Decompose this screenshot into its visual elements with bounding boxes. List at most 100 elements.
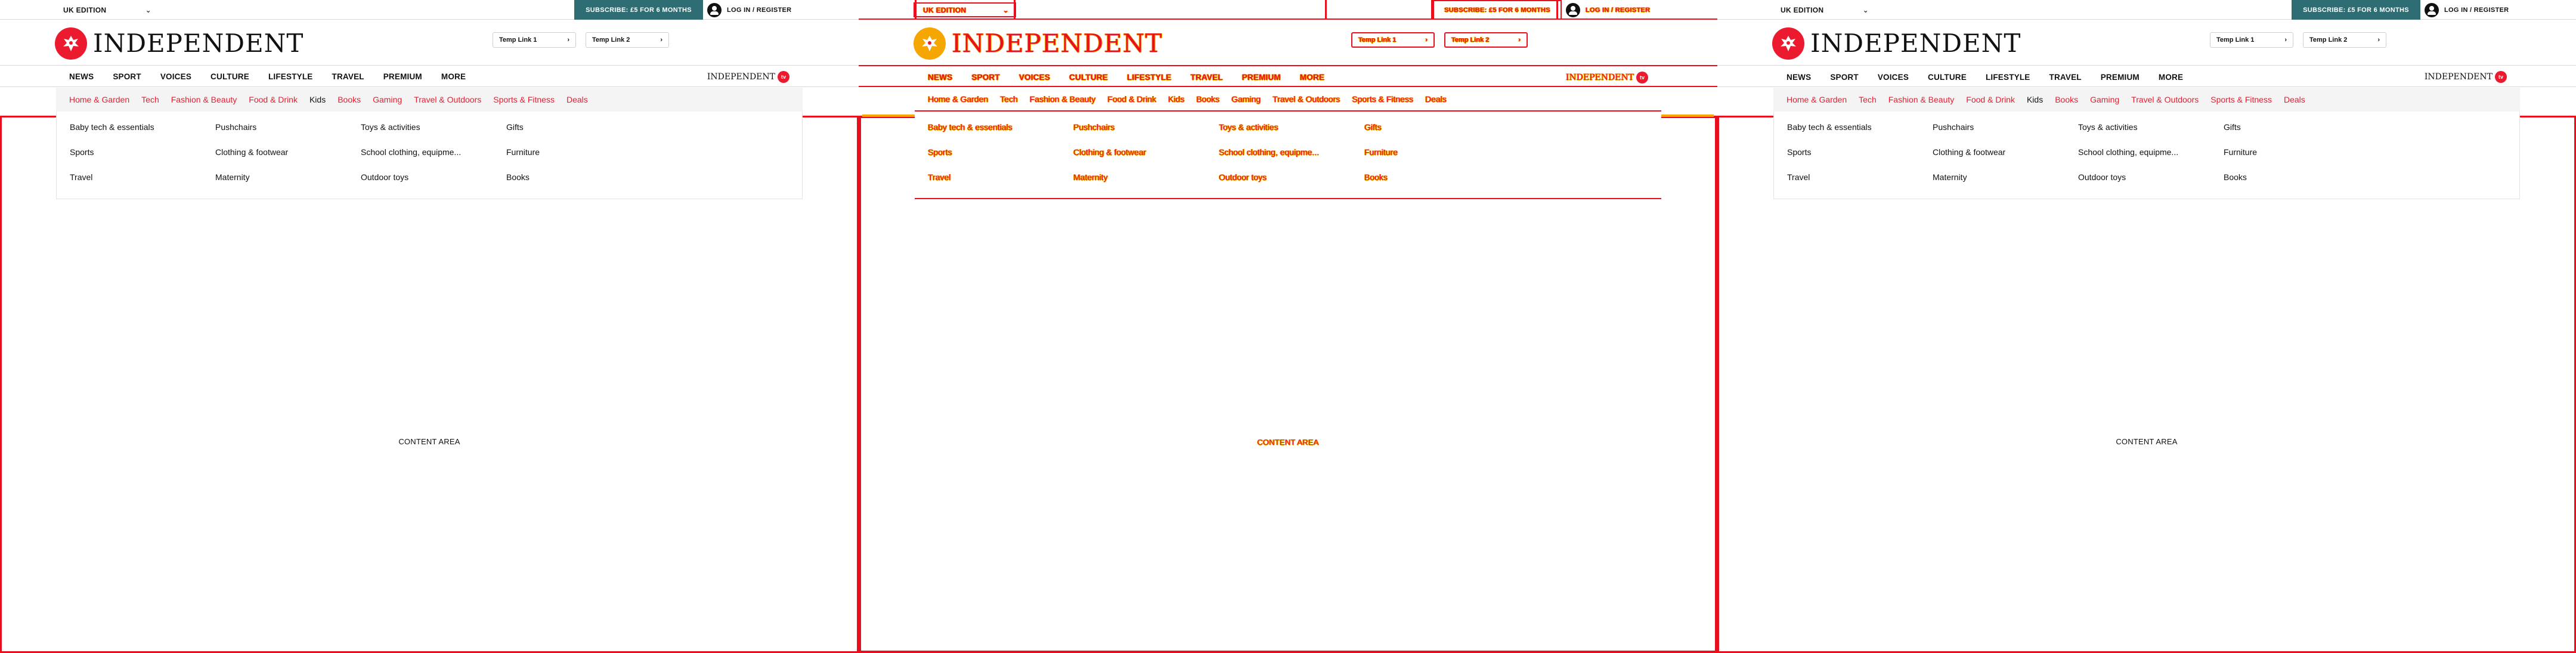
login-register-link[interactable]: LOG IN / REGISTER — [2425, 0, 2520, 20]
subnav-item[interactable]: Fashion & Beauty — [171, 95, 237, 104]
dropdown-link[interactable]: Maternity — [1933, 170, 2078, 195]
subnav-item[interactable]: Kids — [1168, 94, 1184, 104]
nav-item[interactable]: CULTURE — [210, 72, 249, 81]
nav-item[interactable]: MORE — [441, 72, 466, 81]
subnav-item[interactable]: Deals — [1425, 94, 1447, 104]
subnav-item[interactable]: Food & Drink — [249, 95, 298, 104]
dropdown-link[interactable]: Sports — [1787, 145, 1933, 170]
nav-item[interactable]: VOICES — [1019, 73, 1050, 82]
dropdown-link[interactable]: School clothing, equipme... — [361, 145, 506, 170]
subnav-item[interactable]: Travel & Outdoors — [2131, 95, 2199, 104]
nav-item[interactable]: LIFESTYLE — [268, 72, 313, 81]
subnav-item[interactable]: Tech — [1859, 95, 1877, 104]
dropdown-link[interactable]: Maternity — [1073, 170, 1219, 195]
subnav-item[interactable]: Deals — [2284, 95, 2305, 104]
subnav-item[interactable]: Gaming — [373, 95, 402, 104]
dropdown-link[interactable]: Gifts — [1364, 120, 1510, 145]
edition-selector[interactable]: UK EDITION ⌄ — [55, 2, 157, 17]
edition-selector[interactable]: UK EDITION ⌄ — [914, 2, 1016, 17]
subnav-item[interactable]: Fashion & Beauty — [1888, 95, 1955, 104]
nav-item[interactable]: TRAVEL — [2049, 73, 2082, 82]
dropdown-link[interactable]: Books — [506, 170, 652, 195]
dropdown-link[interactable]: Toys & activities — [1219, 120, 1364, 145]
dropdown-link[interactable]: Gifts — [506, 120, 652, 145]
dropdown-link[interactable]: Toys & activities — [2078, 120, 2224, 145]
dropdown-link[interactable]: Furniture — [1364, 145, 1510, 170]
edition-selector[interactable]: UK EDITION ⌄ — [1772, 2, 1875, 17]
nav-item[interactable]: SPORT — [1830, 73, 1859, 82]
subscribe-button[interactable]: SUBSCRIBE: £5 FOR 6 MONTHS — [2292, 0, 2420, 20]
dropdown-link[interactable]: Gifts — [2224, 120, 2369, 145]
independent-tv-logo[interactable]: INDEPENDENT tv — [1566, 72, 1648, 83]
independent-logo[interactable]: INDEPENDENT — [1772, 27, 2021, 60]
dropdown-link[interactable]: Outdoor toys — [361, 170, 506, 195]
nav-item[interactable]: PREMIUM — [1242, 73, 1281, 82]
subscribe-button[interactable]: SUBSCRIBE: £5 FOR 6 MONTHS — [574, 0, 703, 20]
subnav-item[interactable]: Gaming — [1231, 94, 1261, 104]
subnav-item[interactable]: Books — [338, 95, 361, 104]
temp-link-1[interactable]: Temp Link 1 › — [2210, 32, 2293, 48]
subnav-item[interactable]: Home & Garden — [1787, 95, 1847, 104]
dropdown-link[interactable]: School clothing, equipme... — [1219, 145, 1364, 170]
nav-item[interactable]: VOICES — [160, 72, 191, 81]
dropdown-link[interactable]: Clothing & footwear — [1073, 145, 1219, 170]
nav-item[interactable]: NEWS — [928, 73, 952, 82]
nav-item[interactable]: TRAVEL — [1191, 73, 1223, 82]
subnav-item[interactable]: Books — [2055, 95, 2078, 104]
nav-item[interactable]: NEWS — [1787, 73, 1811, 82]
dropdown-link[interactable]: Travel — [1787, 170, 1933, 195]
independent-tv-logo[interactable]: INDEPENDENT tv — [2425, 71, 2507, 83]
nav-item[interactable]: LIFESTYLE — [1127, 73, 1172, 82]
dropdown-link[interactable]: Toys & activities — [361, 120, 506, 145]
temp-link-1[interactable]: Temp Link 1 › — [1351, 32, 1435, 48]
dropdown-link[interactable]: Sports — [928, 145, 1073, 170]
dropdown-link[interactable]: Baby tech & essentials — [1787, 120, 1933, 145]
temp-link-2[interactable]: Temp Link 2 › — [2303, 32, 2386, 48]
dropdown-link[interactable]: Pushchairs — [1073, 120, 1219, 145]
dropdown-link[interactable]: Baby tech & essentials — [70, 120, 215, 145]
subnav-item[interactable]: Food & Drink — [1966, 95, 2015, 104]
subnav-item[interactable]: Fashion & Beauty — [1030, 94, 1096, 104]
subnav-item[interactable]: Deals — [566, 95, 588, 104]
subnav-item[interactable]: Tech — [141, 95, 159, 104]
independent-logo[interactable]: INDEPENDENT — [914, 27, 1162, 60]
subscribe-button[interactable]: SUBSCRIBE: £5 FOR 6 MONTHS — [1433, 0, 1562, 20]
dropdown-link[interactable]: School clothing, equipme... — [2078, 145, 2224, 170]
nav-item[interactable]: MORE — [2159, 73, 2183, 82]
nav-item[interactable]: VOICES — [1878, 73, 1909, 82]
dropdown-link[interactable]: Pushchairs — [1933, 120, 2078, 145]
nav-item[interactable]: CULTURE — [1069, 73, 1108, 82]
nav-item[interactable]: TRAVEL — [332, 72, 364, 81]
dropdown-link[interactable]: Books — [2224, 170, 2369, 195]
subnav-item[interactable]: Home & Garden — [928, 94, 988, 104]
independent-logo[interactable]: INDEPENDENT — [55, 27, 304, 60]
dropdown-link[interactable]: Maternity — [215, 170, 361, 195]
nav-item[interactable]: PREMIUM — [383, 72, 422, 81]
nav-item[interactable]: SPORT — [113, 72, 141, 81]
nav-item[interactable]: LIFESTYLE — [1986, 73, 2030, 82]
nav-item[interactable]: MORE — [1300, 73, 1324, 82]
independent-tv-logo[interactable]: INDEPENDENT tv — [707, 71, 789, 83]
nav-item[interactable]: CULTURE — [1928, 73, 1967, 82]
login-register-link[interactable]: LOG IN / REGISTER — [707, 0, 803, 20]
dropdown-link[interactable]: Pushchairs — [215, 120, 361, 145]
subnav-item[interactable]: Food & Drink — [1107, 94, 1156, 104]
subnav-item[interactable]: Travel & Outdoors — [1272, 94, 1340, 104]
dropdown-link[interactable]: Furniture — [506, 145, 652, 170]
login-register-link[interactable]: LOG IN / REGISTER — [1566, 0, 1661, 20]
nav-item[interactable]: PREMIUM — [2101, 73, 2140, 82]
subnav-item[interactable]: Sports & Fitness — [2210, 95, 2272, 104]
dropdown-link[interactable]: Clothing & footwear — [1933, 145, 2078, 170]
nav-item[interactable]: SPORT — [971, 73, 1000, 82]
dropdown-link[interactable]: Outdoor toys — [1219, 170, 1364, 195]
subnav-item[interactable]: Home & Garden — [69, 95, 129, 104]
dropdown-link[interactable]: Travel — [70, 170, 215, 195]
subnav-item[interactable]: Sports & Fitness — [1352, 94, 1413, 104]
subnav-item[interactable]: Kids — [309, 95, 326, 104]
temp-link-2[interactable]: Temp Link 2 › — [586, 32, 669, 48]
subnav-item[interactable]: Gaming — [2090, 95, 2119, 104]
dropdown-link[interactable]: Furniture — [2224, 145, 2369, 170]
dropdown-link[interactable]: Outdoor toys — [2078, 170, 2224, 195]
dropdown-link[interactable]: Baby tech & essentials — [928, 120, 1073, 145]
dropdown-link[interactable]: Clothing & footwear — [215, 145, 361, 170]
